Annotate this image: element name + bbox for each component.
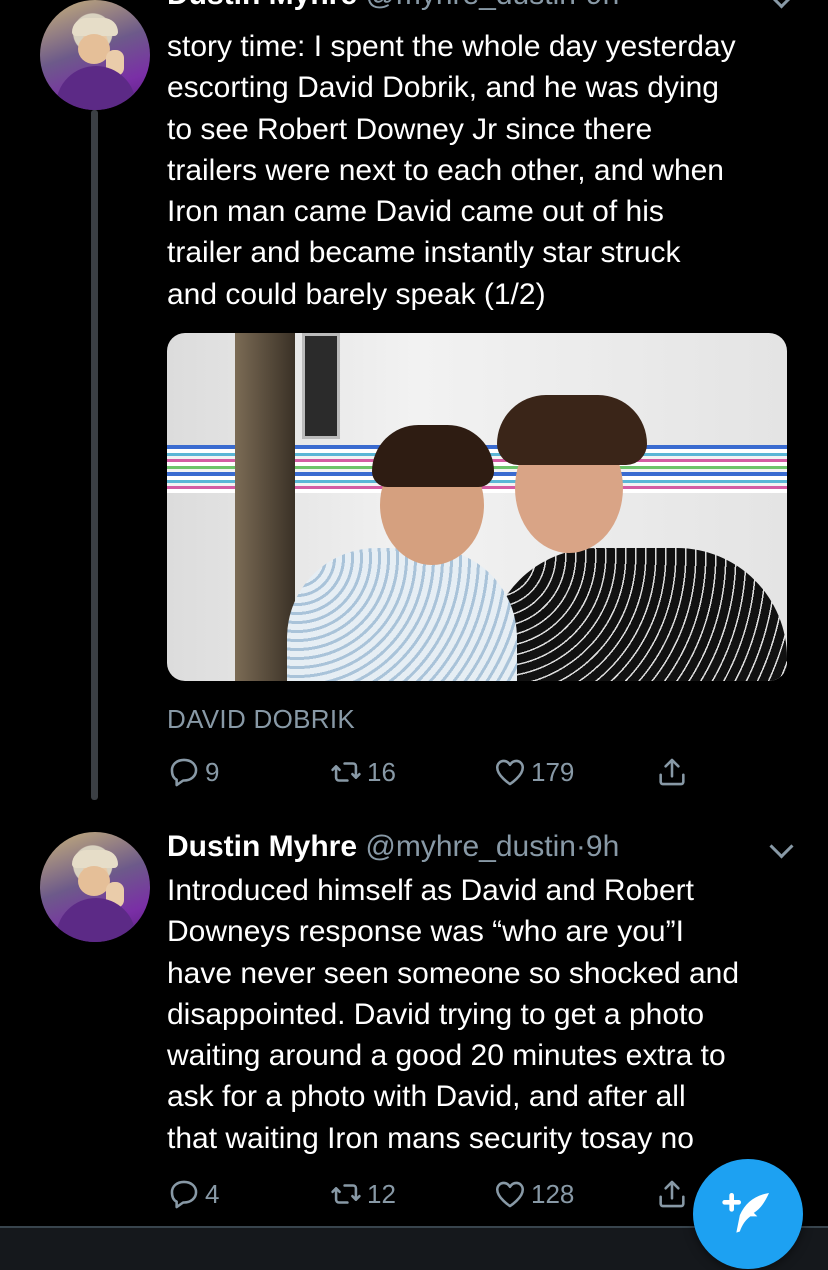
- author-name[interactable]: Dustin Myhre: [167, 0, 357, 11]
- reply-button[interactable]: 9: [167, 752, 219, 792]
- author-handle[interactable]: @myhre_dustin: [365, 0, 576, 11]
- compose-tweet-icon: [722, 1193, 769, 1233]
- share-button[interactable]: [655, 752, 693, 792]
- reply-count: 9: [205, 756, 220, 787]
- retweet-icon: [331, 1184, 361, 1204]
- tweet-text: Introduced himself as David and Robert D…: [167, 874, 740, 1155]
- tweet[interactable]: Dustin Myhre @myhre_dustin·9h story time…: [0, 0, 828, 800]
- tweet[interactable]: Dustin Myhre @myhre_dustin·9h Introduced…: [0, 822, 828, 1222]
- heart-icon: [495, 759, 525, 786]
- tweet-actions: 9 16 179: [167, 752, 727, 792]
- retweet-button[interactable]: 16: [329, 752, 396, 792]
- tweet-header: Dustin Myhre @myhre_dustin·9h: [167, 830, 619, 864]
- avatar[interactable]: [40, 0, 150, 110]
- compose-tweet-button[interactable]: [693, 1159, 803, 1269]
- separator-dot: ·: [575, 830, 586, 863]
- tweet-photo[interactable]: [167, 333, 787, 681]
- tweet-time[interactable]: 9h: [586, 830, 619, 863]
- like-button[interactable]: 179: [493, 752, 574, 792]
- avatar[interactable]: [40, 832, 150, 942]
- share-icon: [659, 1180, 685, 1208]
- reply-icon: [170, 758, 198, 787]
- separator-dot: ·: [576, 0, 586, 11]
- tweet-text: story time: I spent the whole day yester…: [167, 30, 736, 311]
- reply-count: 4: [205, 1178, 220, 1209]
- share-icon: [659, 758, 685, 786]
- media-caption[interactable]: DAVID DOBRIK: [167, 704, 355, 735]
- heart-icon: [495, 1181, 525, 1208]
- thread-line: [91, 110, 98, 800]
- retweet-button[interactable]: 12: [329, 1174, 396, 1214]
- chevron-down-icon[interactable]: [769, 834, 794, 859]
- like-button[interactable]: 128: [493, 1174, 574, 1214]
- retweet-count: 16: [367, 756, 396, 787]
- tweet-header: Dustin Myhre @myhre_dustin·9h: [167, 0, 619, 12]
- like-count: 128: [531, 1178, 575, 1209]
- reply-button[interactable]: 4: [167, 1174, 219, 1214]
- share-button[interactable]: [655, 1174, 693, 1214]
- tweet-time[interactable]: 9h: [586, 0, 619, 11]
- retweet-icon: [331, 762, 361, 782]
- like-count: 179: [531, 756, 575, 787]
- tweet-actions: 4 12 128: [167, 1174, 727, 1214]
- author-handle[interactable]: @myhre_dustin: [365, 830, 576, 863]
- reply-icon: [170, 1180, 198, 1209]
- retweet-count: 12: [367, 1178, 396, 1209]
- chevron-down-icon[interactable]: [769, 0, 794, 9]
- author-name[interactable]: Dustin Myhre: [167, 830, 357, 863]
